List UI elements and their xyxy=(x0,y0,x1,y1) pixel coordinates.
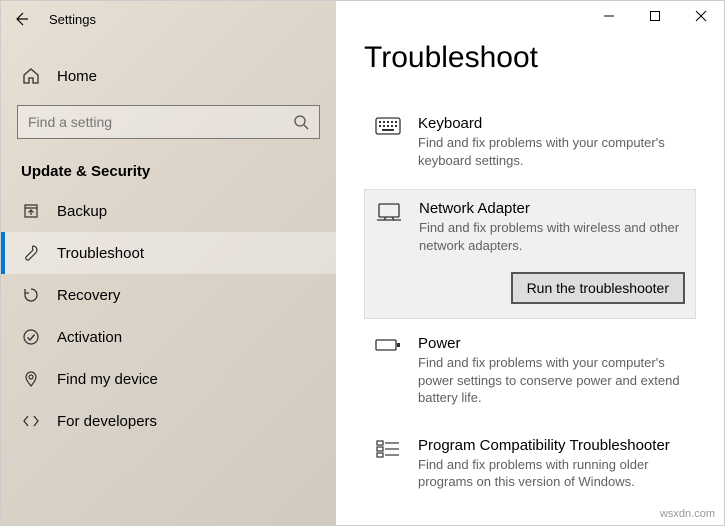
troubleshooter-title: Power xyxy=(418,335,686,352)
main-panel: Troubleshoot Keyboard Find and fix probl… xyxy=(336,1,724,525)
nav-item-label: Troubleshoot xyxy=(57,245,144,262)
nav-item-label: For developers xyxy=(57,413,157,430)
sidebar: Settings Home Update & Security Backu xyxy=(1,1,336,525)
nav-home[interactable]: Home xyxy=(1,57,336,95)
nav-item-activation[interactable]: Activation xyxy=(1,316,336,358)
troubleshooter-text: Keyboard Find and fix problems with your… xyxy=(418,115,686,169)
troubleshooter-compat[interactable]: Program Compatibility Troubleshooter Fin… xyxy=(364,427,696,505)
titlebar: Settings xyxy=(1,1,336,37)
nav-list: Backup Troubleshoot Recovery Activation xyxy=(1,190,336,442)
program-compat-icon xyxy=(374,437,402,491)
run-button-row: Run the troubleshooter xyxy=(419,272,685,304)
keyboard-icon xyxy=(374,115,402,169)
nav-item-developers[interactable]: For developers xyxy=(1,400,336,442)
minimize-button[interactable] xyxy=(586,1,632,31)
troubleshooter-list: Keyboard Find and fix problems with your… xyxy=(364,105,696,505)
content: Troubleshoot Keyboard Find and fix probl… xyxy=(336,31,724,525)
troubleshooter-power[interactable]: Power Find and fix problems with your co… xyxy=(364,325,696,421)
nav-item-troubleshoot[interactable]: Troubleshoot xyxy=(1,232,336,274)
nav-item-recovery[interactable]: Recovery xyxy=(1,274,336,316)
troubleshooter-desc: Find and fix problems with running older… xyxy=(418,456,686,491)
nav-item-label: Backup xyxy=(57,203,107,220)
troubleshooter-title: Network Adapter xyxy=(419,200,685,217)
nav-item-label: Activation xyxy=(57,329,122,346)
search-input[interactable] xyxy=(28,114,293,130)
network-adapter-icon xyxy=(375,200,403,304)
troubleshooter-desc: Find and fix problems with your computer… xyxy=(418,134,686,169)
troubleshooter-network[interactable]: Network Adapter Find and fix problems wi… xyxy=(364,189,696,319)
run-troubleshooter-button[interactable]: Run the troubleshooter xyxy=(511,272,685,304)
app-title: Settings xyxy=(49,12,96,27)
page-title: Troubleshoot xyxy=(364,41,696,75)
developers-icon xyxy=(21,412,41,430)
troubleshooter-desc: Find and fix problems with your computer… xyxy=(418,354,686,407)
troubleshooter-text: Program Compatibility Troubleshooter Fin… xyxy=(418,437,686,491)
recovery-icon xyxy=(21,286,41,304)
home-icon xyxy=(21,67,41,85)
troubleshooter-title: Program Compatibility Troubleshooter xyxy=(418,437,686,454)
back-icon[interactable] xyxy=(13,11,29,27)
search-box[interactable] xyxy=(17,105,320,139)
watermark: wsxdn.com xyxy=(660,508,715,520)
troubleshooter-desc: Find and fix problems with wireless and … xyxy=(419,219,685,254)
window-controls xyxy=(336,1,724,31)
activation-icon xyxy=(21,328,41,346)
close-button[interactable] xyxy=(678,1,724,31)
find-device-icon xyxy=(21,370,41,388)
nav-item-backup[interactable]: Backup xyxy=(1,190,336,232)
nav-item-label: Recovery xyxy=(57,287,120,304)
nav-item-find-device[interactable]: Find my device xyxy=(1,358,336,400)
maximize-button[interactable] xyxy=(632,1,678,31)
troubleshooter-text: Network Adapter Find and fix problems wi… xyxy=(419,200,685,304)
search-wrap xyxy=(17,105,320,139)
power-icon xyxy=(374,335,402,407)
backup-icon xyxy=(21,202,41,220)
troubleshooter-title: Keyboard xyxy=(418,115,686,132)
troubleshooter-text: Power Find and fix problems with your co… xyxy=(418,335,686,407)
troubleshoot-icon xyxy=(21,244,41,262)
settings-window: Settings Home Update & Security Backu xyxy=(0,0,725,526)
nav-home-label: Home xyxy=(57,68,97,85)
nav-item-label: Find my device xyxy=(57,371,158,388)
search-icon[interactable] xyxy=(293,114,309,130)
troubleshooter-keyboard[interactable]: Keyboard Find and fix problems with your… xyxy=(364,105,696,183)
section-header: Update & Security xyxy=(1,157,336,190)
